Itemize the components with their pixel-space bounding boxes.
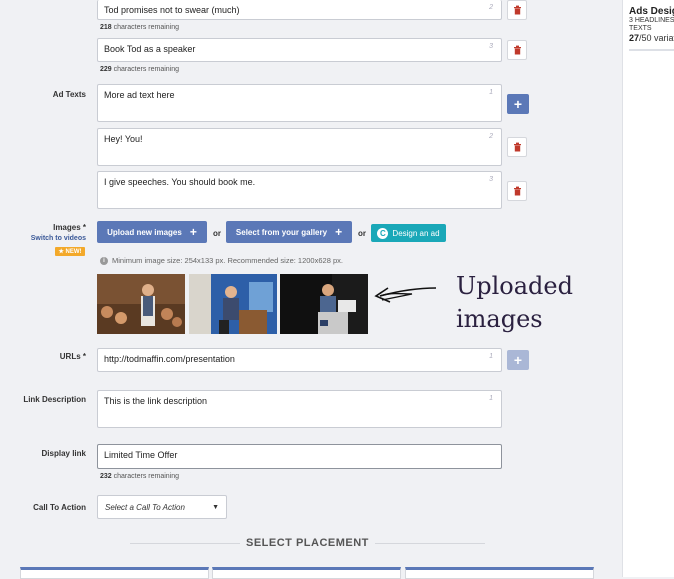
field-index: 3	[489, 176, 493, 183]
uploaded-image-2[interactable]	[189, 274, 277, 334]
urls-label: URLs *	[59, 352, 86, 361]
headline-input-2[interactable]: Tod promises not to swear (much) 2	[97, 0, 502, 20]
texts-count: TEXTS	[629, 25, 652, 32]
add-ad-text-button[interactable]: +	[507, 94, 529, 114]
select-placement-title: SELECT PLACEMENT	[246, 537, 369, 549]
switch-to-videos-link[interactable]: Switch to videos	[2, 235, 86, 242]
new-badge: ★ NEW!	[55, 247, 85, 256]
plus-icon: +	[335, 225, 343, 239]
divider	[130, 543, 240, 544]
url-input[interactable]: http://todmaffin.com/presentation 1	[97, 348, 502, 372]
delete-ad-text-2-button[interactable]	[507, 137, 527, 157]
caret-down-icon: ▼	[212, 503, 219, 511]
ad-text-input-1[interactable]: More ad text here 1	[97, 84, 502, 122]
headline-2-remaining: 218 characters remaining	[100, 24, 180, 31]
link-description-label: Link Description	[23, 395, 86, 404]
design-an-ad-button[interactable]: C Design an ad	[371, 224, 446, 242]
ad-texts-label: Ad Texts	[52, 90, 86, 99]
add-url-button[interactable]: +	[507, 350, 529, 370]
call-to-action-label: Call To Action	[33, 503, 86, 512]
link-description-input[interactable]: This is the link description 1	[97, 390, 502, 428]
image-size-info: i Minimum image size: 254x133 px. Recomm…	[100, 256, 343, 265]
select-from-gallery-button[interactable]: Select from your gallery +	[226, 221, 352, 243]
placement-card-1[interactable]	[20, 567, 209, 579]
headline-3-remaining: 229 characters remaining	[100, 66, 180, 73]
or-separator: or	[213, 229, 221, 238]
delete-headline-3-button[interactable]	[507, 40, 527, 60]
plus-icon: +	[513, 96, 523, 112]
delete-ad-text-3-button[interactable]	[507, 181, 527, 201]
or-separator: or	[358, 229, 366, 238]
delete-headline-2-button[interactable]	[507, 0, 527, 20]
annotation-text-line2: images	[456, 305, 543, 333]
headline-input-3[interactable]: Book Tod as a speaker 3	[97, 38, 502, 62]
ads-design-title: Ads Design	[629, 6, 674, 17]
plus-icon: +	[513, 352, 523, 368]
trash-icon	[513, 45, 521, 55]
trash-icon	[513, 142, 521, 152]
display-link-input[interactable]: Limited Time Offer	[97, 444, 502, 469]
placement-card-2[interactable]	[212, 567, 401, 579]
field-index: 1	[489, 353, 493, 360]
divider	[375, 543, 485, 544]
images-label: Images *	[53, 223, 86, 232]
field-index: 2	[489, 133, 493, 140]
variations-count: 27/50 variations	[629, 33, 674, 43]
annotation-arrow-icon	[372, 282, 442, 306]
uploaded-image-1[interactable]	[97, 274, 185, 334]
canva-logo-icon: C	[377, 227, 389, 239]
plus-icon: +	[189, 225, 197, 239]
ad-text-input-2[interactable]: Hey! You! 2	[97, 128, 502, 166]
annotation-text-line1: Uploaded	[456, 272, 573, 300]
upload-new-images-button[interactable]: Upload new images +	[97, 221, 207, 243]
trash-icon	[513, 186, 521, 196]
headlines-count: 3 HEADLINES	[629, 17, 674, 24]
info-icon: i	[100, 256, 108, 265]
field-index: 1	[489, 395, 493, 402]
field-index: 2	[489, 4, 493, 11]
ad-text-input-3[interactable]: I give speeches. You should book me. 3	[97, 171, 502, 209]
trash-icon	[513, 5, 521, 15]
placement-card-3[interactable]	[405, 567, 594, 579]
ads-design-sidebar: Ads Design 3 HEADLINES TEXTS 27/50 varia…	[622, 0, 674, 577]
display-link-remaining: 232 characters remaining	[100, 473, 180, 480]
ad-editor: Tod promises not to swear (much) 2 218 c…	[0, 0, 622, 579]
call-to-action-select[interactable]: Select a Call To Action ▼	[97, 495, 227, 519]
field-index: 3	[489, 43, 493, 50]
ads-design-summary: Ads Design 3 HEADLINES TEXTS 27/50 varia…	[629, 6, 674, 51]
uploaded-image-3[interactable]	[280, 274, 368, 334]
display-link-label: Display link	[41, 449, 86, 458]
field-index: 1	[489, 89, 493, 96]
